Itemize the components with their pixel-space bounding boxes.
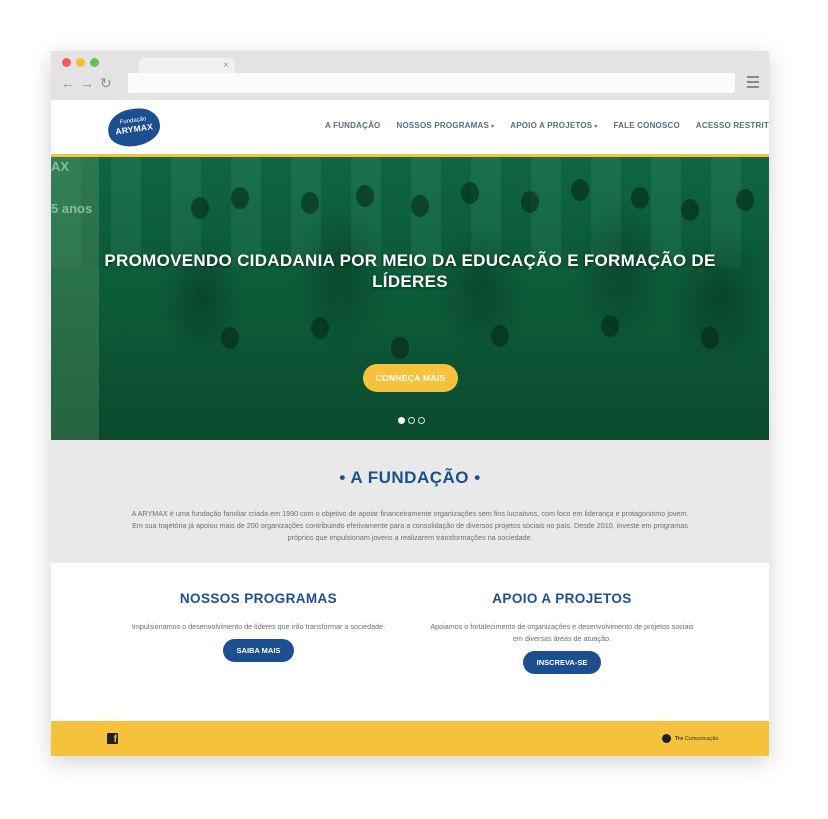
nossos-programas-title: NOSSOS PROGRAMAS <box>179 591 338 606</box>
minimize-window-button[interactable] <box>76 58 85 67</box>
tre-comunicacao-logo-icon <box>662 734 671 743</box>
nossos-programas-column: NOSSOS PROGRAMAS Impulsionamos o desenvo… <box>91 563 426 662</box>
caret-down-icon: ▾ <box>594 124 598 130</box>
facebook-icon[interactable]: f <box>107 733 118 745</box>
nav-item-acesso-restrito[interactable]: ACESSO RESTRITO <box>696 121 769 130</box>
apoio-projetos-column: APOIO A PROJETOS Apoiamos o fortalecimen… <box>401 563 723 674</box>
address-bar[interactable] <box>128 73 735 93</box>
carousel-indicators <box>398 417 428 424</box>
carousel-dot-2[interactable] <box>408 417 415 424</box>
agency-credit[interactable]: Tre Comunicação <box>662 734 718 743</box>
maximize-window-button[interactable] <box>90 58 99 67</box>
saiba-mais-button[interactable]: SAIBA MAIS <box>222 639 295 662</box>
fundacao-text: A ARYMAX é uma fundação familiar criada … <box>131 509 689 542</box>
forward-arrow-icon[interactable]: → <box>80 75 94 91</box>
nav-item-apoio-a-projetos[interactable]: APOIO A PROJETOS ▾ <box>510 121 597 130</box>
nav-item-nossos-programas[interactable]: NOSSOS PROGRAMAS ▾ <box>396 121 494 130</box>
hero-side-text-1: AX <box>51 159 70 174</box>
browser-menu-icon[interactable] <box>747 76 759 91</box>
apoio-projetos-title: APOIO A PROJETOS <box>492 591 632 606</box>
hero-title: PROMOVENDO CIDADANIA POR MEIO DA EDUCAÇÃ… <box>104 251 716 291</box>
carousel-dot-3[interactable] <box>418 417 425 424</box>
hero-group-photo <box>161 177 769 427</box>
nossos-programas-text: Impulsionamos o desenvolvimento de líder… <box>131 622 386 631</box>
site-footer: f Tre Comunicação <box>51 721 769 756</box>
hero-banner: AX 5 anos PROMOVENDO CIDADANIA POR MEIO … <box>51 157 769 440</box>
browser-window: × ← → ↻ Fundação ARYMAX A FUNDAÇÃO NOSSO… <box>51 51 769 756</box>
hero-side-text-2: 5 anos <box>51 201 93 216</box>
site-header: Fundação ARYMAX A FUNDAÇÃO NOSSOS PROGRA… <box>51 100 769 157</box>
programs-section: NOSSOS PROGRAMAS Impulsionamos o desenvo… <box>51 563 769 721</box>
conheca-mais-button[interactable]: CONHEÇA MAIS <box>363 364 458 392</box>
browser-chrome: × ← → ↻ <box>51 51 769 101</box>
browser-tab[interactable]: × <box>139 58 235 74</box>
nav-item-a-fundacao[interactable]: A FUNDAÇÃO <box>325 121 380 130</box>
carousel-dot-1[interactable] <box>398 417 405 424</box>
inscreva-se-button[interactable]: INSCREVA-SE <box>522 651 602 674</box>
tab-close-icon[interactable]: × <box>223 58 229 74</box>
main-nav: A FUNDAÇÃO NOSSOS PROGRAMAS ▾ APOIO A PRO… <box>325 121 769 130</box>
close-window-button[interactable] <box>62 58 71 67</box>
caret-down-icon: ▾ <box>491 124 495 130</box>
apoio-projetos-text: Apoiamos o fortalecimento de organizaçõe… <box>430 622 694 643</box>
reload-icon[interactable]: ↻ <box>100 75 112 91</box>
fundacao-arymax-logo[interactable]: Fundação ARYMAX <box>105 105 163 150</box>
hero-side-panel: AX 5 anos <box>51 157 99 440</box>
fundacao-title: • A FUNDAÇÃO • <box>339 468 481 487</box>
back-arrow-icon[interactable]: ← <box>61 75 75 91</box>
nav-item-fale-conosco[interactable]: FALE CONOSCO <box>614 121 680 130</box>
fundacao-section: • A FUNDAÇÃO • A ARYMAX é uma fundação f… <box>51 440 769 563</box>
